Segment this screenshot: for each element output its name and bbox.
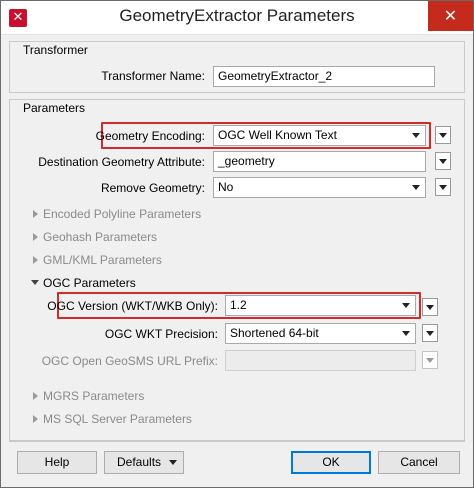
collapse-arrow-icon bbox=[31, 280, 39, 285]
ogc-geosms-prefix-label: OGC Open GeoSMS URL Prefix: bbox=[41, 354, 218, 368]
ogc-version-label: OGC Version (WKT/WKB Only): bbox=[47, 299, 218, 313]
transformer-group-title: Transformer bbox=[23, 43, 88, 57]
geometry-encoding-select[interactable]: OGC Well Known Text bbox=[213, 125, 426, 146]
remove-geometry-value: No bbox=[218, 180, 234, 194]
remove-geometry-select[interactable]: No bbox=[213, 177, 426, 198]
ogc-version-options-button[interactable] bbox=[422, 298, 438, 316]
chevron-down-icon bbox=[402, 331, 410, 336]
chevron-down-icon bbox=[439, 133, 447, 138]
section-ogc[interactable]: OGC Parameters bbox=[31, 276, 136, 290]
chevron-down-icon bbox=[439, 185, 447, 190]
ogc-geosms-prefix-field[interactable] bbox=[225, 350, 416, 371]
ogc-version-select[interactable]: 1.2 bbox=[225, 295, 416, 316]
chevron-down-icon bbox=[169, 460, 177, 465]
geometry-encoding-value: OGC Well Known Text bbox=[218, 128, 337, 142]
section-geohash[interactable]: Geohash Parameters bbox=[33, 230, 157, 244]
chevron-down-icon bbox=[426, 358, 434, 363]
chevron-down-icon bbox=[426, 305, 434, 310]
help-button[interactable]: Help bbox=[17, 451, 97, 474]
ok-button[interactable]: OK bbox=[291, 451, 371, 474]
remove-geometry-label: Remove Geometry: bbox=[100, 181, 205, 195]
ogc-precision-options-button[interactable] bbox=[422, 324, 438, 342]
expand-arrow-icon bbox=[33, 415, 38, 423]
section-encoded-polyline[interactable]: Encoded Polyline Parameters bbox=[33, 207, 201, 221]
chevron-down-icon bbox=[402, 303, 410, 308]
ogc-precision-value: Shortened 64-bit bbox=[230, 326, 319, 340]
close-icon: ✕ bbox=[443, 6, 458, 25]
cancel-button[interactable]: Cancel bbox=[378, 451, 460, 474]
chevron-down-icon bbox=[439, 159, 447, 164]
transformer-name-field[interactable]: GeometryExtractor_2 bbox=[213, 66, 435, 87]
close-button[interactable]: ✕ bbox=[428, 1, 473, 31]
destination-attribute-label: Destination Geometry Attribute: bbox=[38, 155, 205, 169]
geometry-encoding-label: Geometry Encoding: bbox=[95, 129, 205, 143]
expand-arrow-icon bbox=[33, 233, 38, 241]
section-gml-kml[interactable]: GML/KML Parameters bbox=[33, 253, 162, 267]
remove-geometry-options-button[interactable] bbox=[435, 178, 451, 196]
ogc-precision-select[interactable]: Shortened 64-bit bbox=[225, 323, 416, 344]
button-bar-separator bbox=[9, 441, 465, 442]
chevron-down-icon bbox=[426, 331, 434, 336]
section-mgrs[interactable]: MGRS Parameters bbox=[33, 389, 144, 403]
expand-arrow-icon bbox=[33, 392, 38, 400]
parameters-group-title: Parameters bbox=[23, 101, 86, 115]
title-bar[interactable]: ✕ GeometryExtractor Parameters ✕ bbox=[1, 1, 473, 35]
destination-attribute-options-button[interactable] bbox=[435, 152, 451, 170]
expand-arrow-icon bbox=[33, 256, 38, 264]
window-title: GeometryExtractor Parameters bbox=[119, 6, 355, 25]
ogc-geosms-prefix-options-button[interactable] bbox=[422, 351, 438, 369]
transformer-name-label: Transformer Name: bbox=[101, 69, 205, 83]
expand-arrow-icon bbox=[33, 210, 38, 218]
chevron-down-icon bbox=[412, 133, 420, 138]
defaults-button-label: Defaults bbox=[117, 455, 162, 469]
parameters-dialog: ✕ GeometryExtractor Parameters ✕ Transfo… bbox=[0, 0, 474, 488]
chevron-down-icon bbox=[412, 185, 420, 190]
geometry-encoding-options-button[interactable] bbox=[435, 126, 451, 144]
defaults-button[interactable]: Defaults bbox=[104, 451, 184, 474]
section-ms-sql-server[interactable]: MS SQL Server Parameters bbox=[33, 412, 192, 426]
ogc-precision-label: OGC WKT Precision: bbox=[104, 327, 218, 341]
ogc-version-value: 1.2 bbox=[230, 298, 247, 312]
destination-attribute-field[interactable]: _geometry bbox=[213, 151, 426, 172]
